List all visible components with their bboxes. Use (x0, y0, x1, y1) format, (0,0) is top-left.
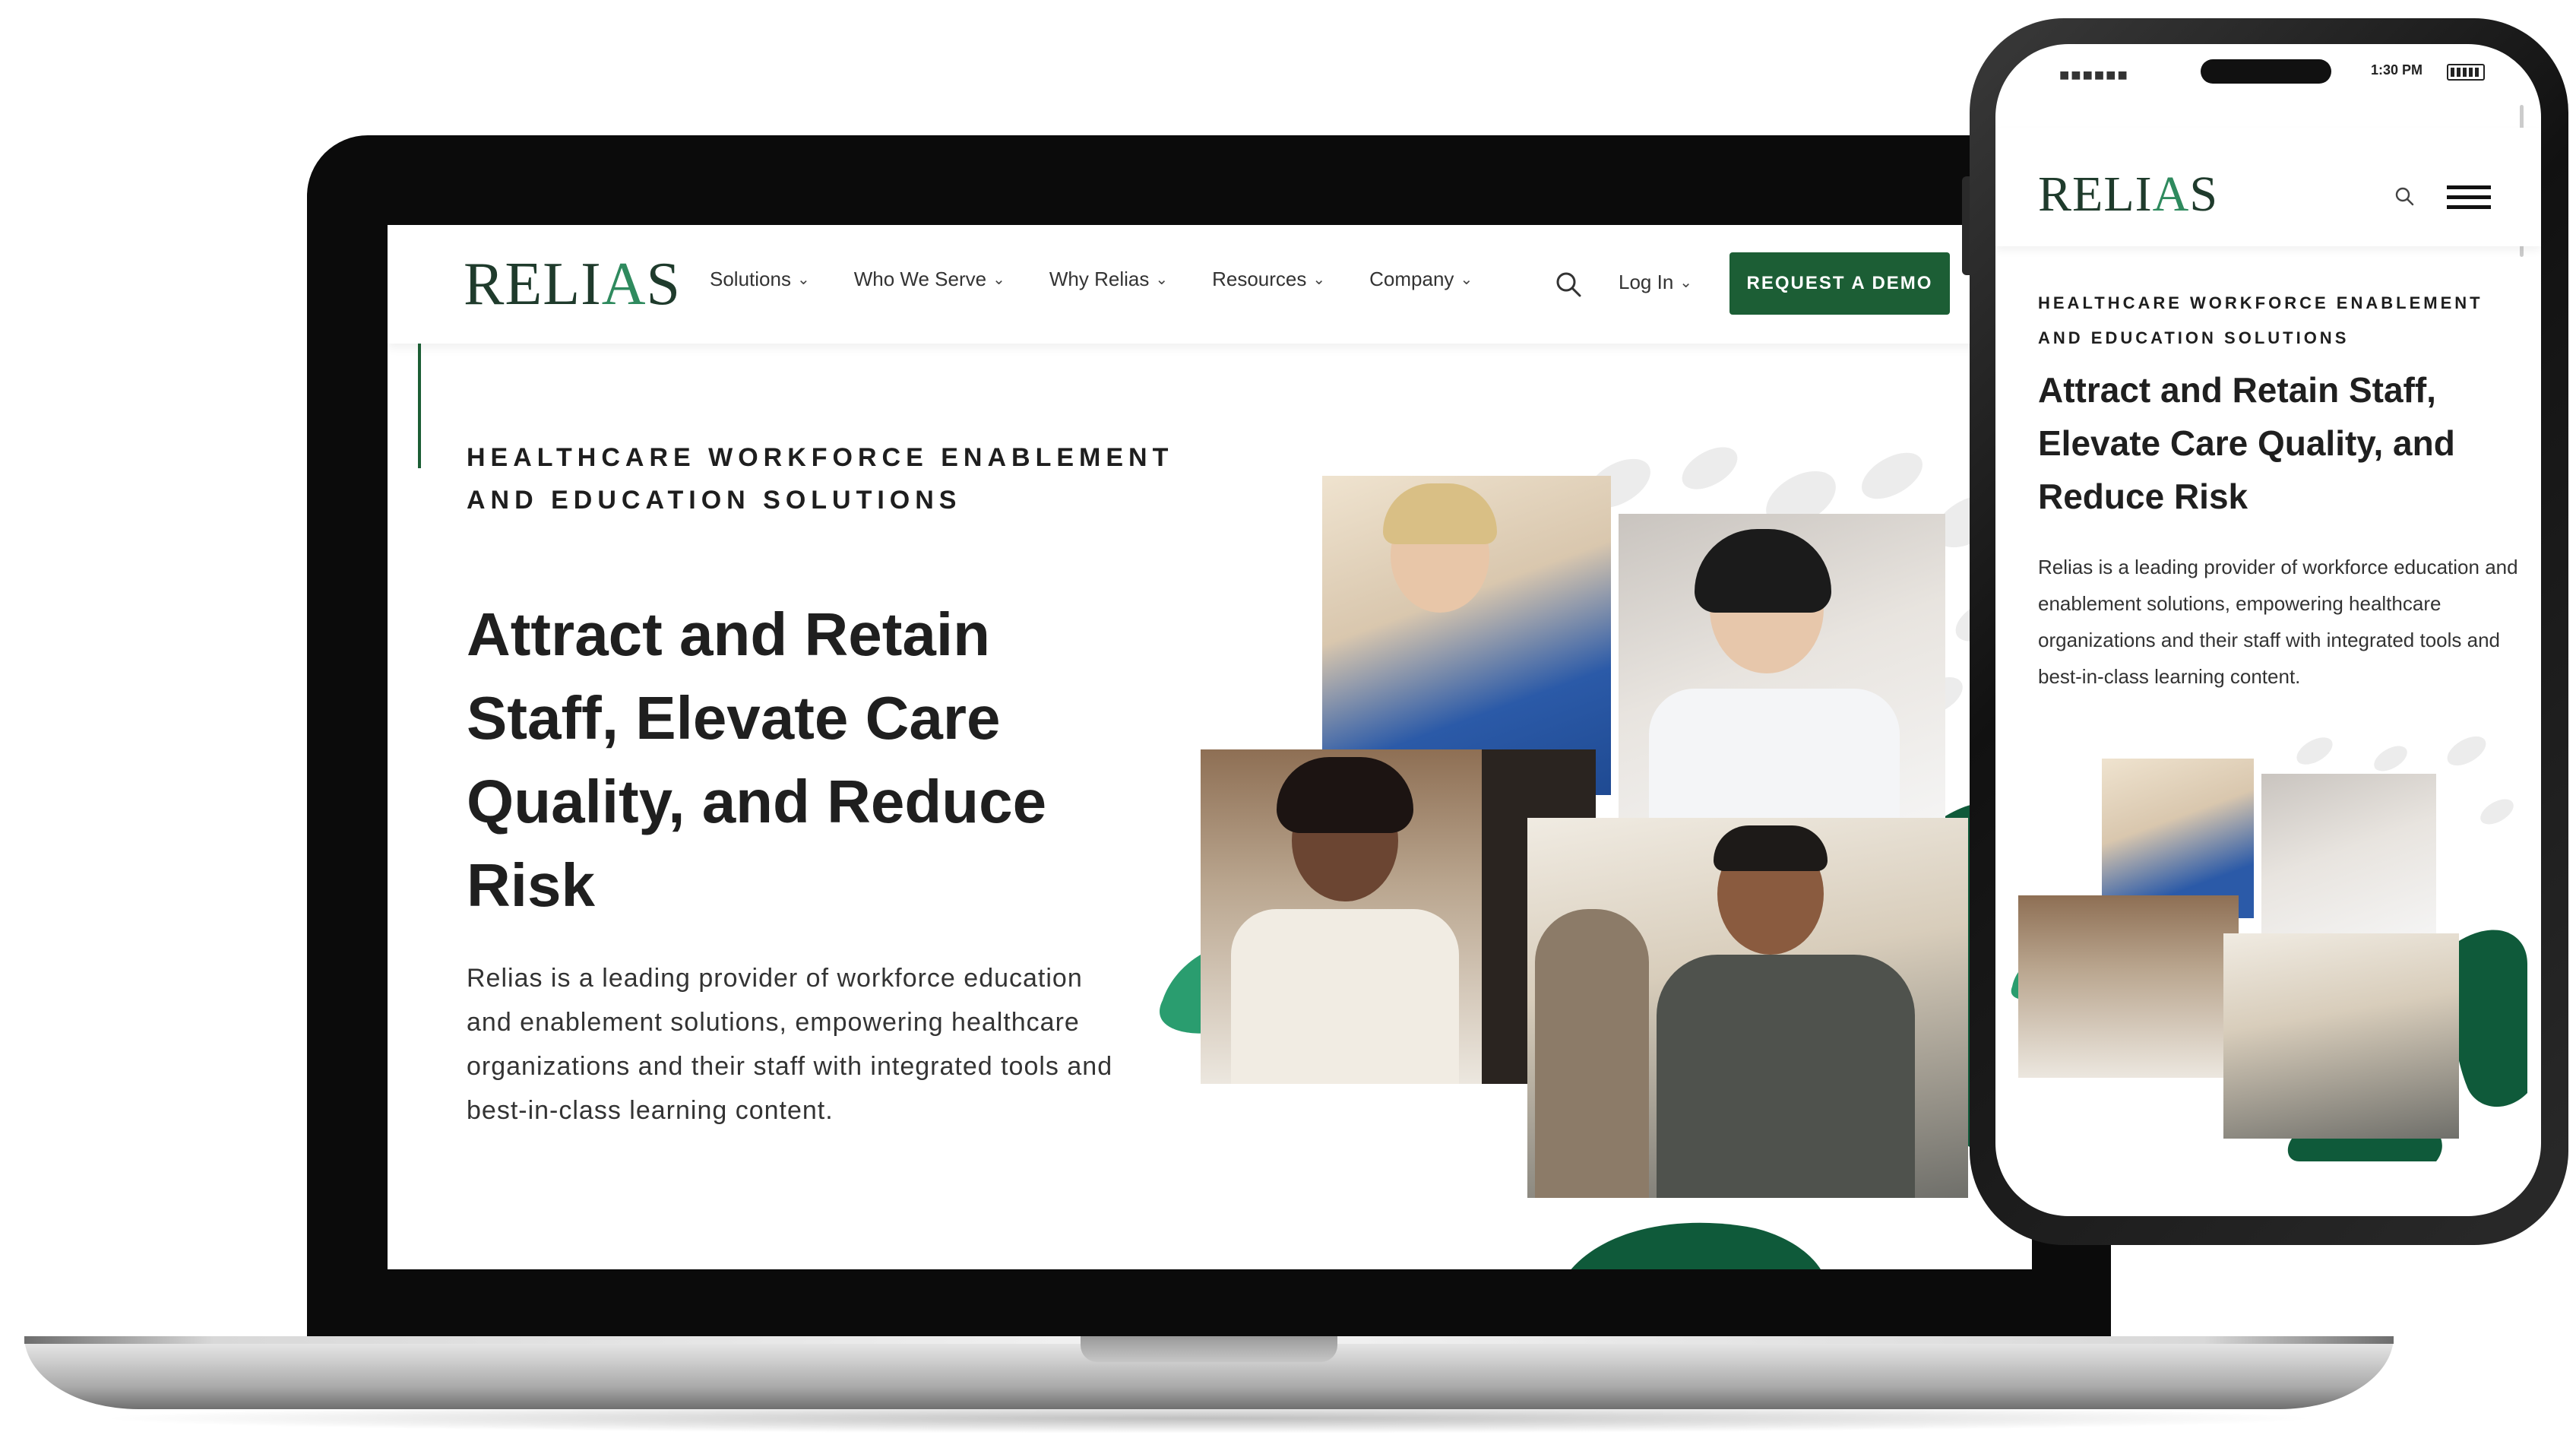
hero-photo-collage (1995, 728, 2541, 1184)
signal-icon: ■■■■■■ (2059, 65, 2129, 84)
relias-logo[interactable]: RELIAS (464, 246, 681, 322)
relias-logo[interactable]: RELIAS (2038, 164, 2218, 225)
chevron-down-icon: ⌄ (1312, 271, 1326, 288)
menu-solutions[interactable]: Solutions ⌄ (710, 268, 810, 291)
login-label: Log In (1619, 271, 1674, 293)
photo-clinician-with-patient (1527, 818, 1968, 1198)
photo-nurse (1322, 476, 1611, 795)
desktop-main-menu: Solutions ⌄ Who We Serve ⌄ Why Relias ⌄ … (710, 268, 1473, 291)
hero-eyebrow: HEALTHCARE WORKFORCE ENABLEMENT AND EDUC… (467, 443, 1174, 515)
photo-doctor (1619, 514, 1945, 848)
hero-description: Relias is a leading provider of workforc… (467, 964, 1113, 1125)
menu-resources[interactable]: Resources ⌄ (1212, 268, 1325, 291)
phone-status-bar: ■■■■■■ 1:30 PM (1995, 44, 2541, 114)
chevron-down-icon: ⌄ (1460, 271, 1473, 288)
battery-icon (2447, 64, 2485, 81)
hero-description: Relias is a leading provider of workforc… (2038, 556, 2518, 688)
hero-title: Attract and Retain Staff, Elevate Care Q… (2038, 370, 2455, 516)
photo-nurse (2102, 759, 2254, 918)
search-icon[interactable] (1553, 269, 1584, 299)
login-link[interactable]: Log In ⌄ (1619, 271, 1692, 294)
photo-doctor (2261, 774, 2436, 949)
menu-why-relias[interactable]: Why Relias ⌄ (1049, 268, 1168, 291)
chevron-down-icon: ⌄ (1679, 274, 1693, 291)
hero-photo-collage (1132, 423, 2032, 1269)
menu-label: Who We Serve (853, 268, 987, 290)
status-time: 1:30 PM (2371, 62, 2423, 78)
hero-title: Attract and Retain Staff, Elevate Care Q… (467, 600, 1047, 919)
phone-screen: ■■■■■■ 1:30 PM RELIAS HEALTHCARE WORKFOR… (1995, 44, 2541, 1216)
desktop-header: RELIAS Solutions ⌄ Who We Serve ⌄ Why Re… (388, 225, 2032, 344)
chevron-down-icon: ⌄ (1155, 271, 1169, 288)
menu-label: Why Relias (1049, 268, 1150, 290)
laptop-hinge-notch (1081, 1336, 1337, 1362)
menu-label: Resources (1212, 268, 1307, 290)
menu-label: Solutions (710, 268, 791, 290)
chevron-down-icon: ⌄ (992, 271, 1005, 288)
request-demo-button[interactable]: REQUEST A DEMO (1729, 252, 1950, 315)
accent-divider-line (418, 344, 421, 468)
search-icon[interactable] (2394, 185, 2415, 207)
menu-company[interactable]: Company ⌄ (1369, 268, 1473, 291)
chevron-down-icon: ⌄ (796, 271, 810, 288)
menu-label: Company (1369, 268, 1454, 290)
phone-notch (2201, 59, 2331, 84)
hero-eyebrow: HEALTHCARE WORKFORCE ENABLEMENT AND EDUC… (2038, 293, 2483, 347)
photo-caregiver (2018, 895, 2239, 1078)
hamburger-menu-icon[interactable] (2447, 182, 2491, 213)
laptop-screen: RELIAS Solutions ⌄ Who We Serve ⌄ Why Re… (388, 225, 2032, 1269)
menu-who-we-serve[interactable]: Who We Serve ⌄ (854, 268, 1005, 291)
photo-clinician-with-patient (2223, 933, 2459, 1139)
